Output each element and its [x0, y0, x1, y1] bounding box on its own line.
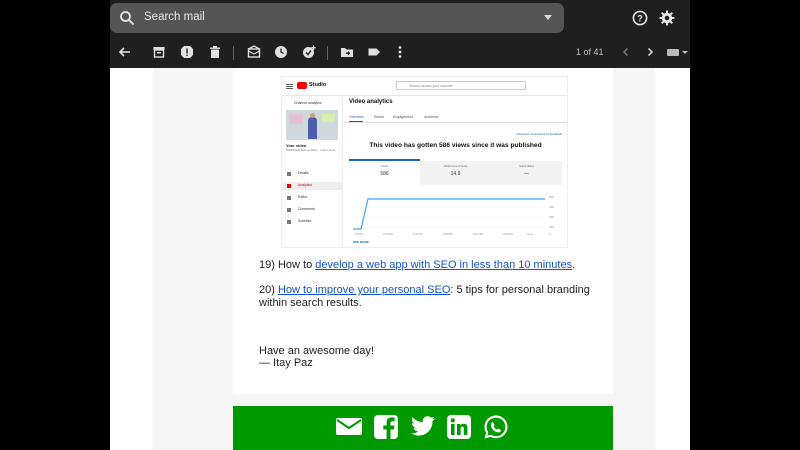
- advanced-mode-link: Advanced mode: [516, 132, 538, 136]
- video-subtitle: WEBINAR Boring 2020 – Learn How...: [286, 148, 338, 152]
- report-spam-icon[interactable]: [180, 45, 194, 59]
- input-tools-caret-icon[interactable]: [682, 51, 688, 54]
- twitter-icon[interactable]: [410, 414, 436, 438]
- video-thumbnail: [286, 110, 338, 140]
- svg-text:600: 600: [549, 195, 554, 199]
- youtube-logo-icon: [297, 82, 307, 89]
- arrow-back-icon[interactable]: [118, 45, 132, 59]
- metric-views: Views 586: [349, 159, 420, 185]
- keyboard-icon[interactable]: [667, 49, 679, 56]
- svg-text:1/5/20: 1/5/20: [355, 232, 364, 236]
- toolbar-divider: [327, 46, 328, 60]
- hamburger-menu-icon: [286, 84, 293, 85]
- studio-nav-details: Details: [282, 170, 342, 178]
- metric-cards: Views 586 Watch time (hours) 14.9 Subscr…: [349, 159, 562, 185]
- whatsapp-icon[interactable]: [483, 414, 509, 440]
- chevron-left-icon[interactable]: [619, 45, 633, 59]
- embedded-youtube-studio-screenshot: Studio Search across your channel Channe…: [281, 76, 568, 248]
- tab-reach: Reach: [374, 115, 385, 119]
- studio-nav-subtitles: Subtitles: [282, 218, 342, 226]
- list-item-19: 19) How to develop a web app with SEO in…: [259, 259, 576, 271]
- send-feedback-link: Send us feedback: [538, 132, 563, 136]
- studio-nav-editor: Editor: [282, 194, 342, 202]
- link-improve-personal-seo[interactable]: How to improve your personal SEO: [278, 284, 450, 296]
- tab-audience: Audience: [424, 115, 439, 119]
- video-analytics-title: Video analytics: [349, 99, 393, 105]
- studio-nav-comments: Comments: [282, 206, 342, 214]
- studio-wordmark: Studio: [309, 82, 327, 88]
- svg-text:2/10/20: 2/10/20: [383, 232, 393, 236]
- svg-text:150: 150: [549, 225, 554, 229]
- svg-text:Now: Now: [527, 232, 534, 236]
- list-item-20: 20) How to improve your personal SEO: 5 …: [259, 284, 590, 309]
- chevron-right-icon[interactable]: [643, 45, 657, 59]
- svg-text:3/13/20: 3/13/20: [413, 232, 423, 236]
- studio-search: Search across your channel: [396, 81, 526, 90]
- search-input[interactable]: Search mail: [144, 11, 205, 23]
- svg-text:6/18/20: 6/18/20: [503, 232, 513, 236]
- svg-text:0: 0: [549, 232, 551, 236]
- views-line-chart: 600 450 300 150 0 1/5/20 2/10/20 3/13/20…: [353, 195, 554, 236]
- studio-left-nav: Channel analytics Your video WEBINAR Bor…: [282, 96, 343, 247]
- gear-icon[interactable]: [659, 10, 675, 26]
- studio-nav-analytics: Analytics: [282, 182, 342, 190]
- svg-text:?: ?: [637, 14, 643, 24]
- signature: — Itay Paz: [259, 357, 313, 369]
- search-options-caret-icon[interactable]: [544, 15, 552, 20]
- metric-subscribers: Subscribers —: [491, 161, 562, 185]
- message-body: Studio Search across your channel Channe…: [110, 68, 690, 450]
- channel-analytics-back: Channel analytics: [294, 101, 322, 105]
- top-bar: Search mail ?: [110, 0, 690, 38]
- svg-text:450: 450: [549, 205, 554, 209]
- pagination-count: 1 of 41: [576, 47, 604, 57]
- studio-header: Studio Search across your channel: [282, 77, 567, 96]
- label-icon[interactable]: [367, 45, 381, 59]
- envelope-icon[interactable]: [335, 414, 363, 438]
- trash-icon[interactable]: [208, 45, 222, 59]
- tab-overview: Overview: [349, 115, 364, 119]
- gmail-app: Search mail ? 1 of 41 Studio Search acro…: [110, 0, 690, 450]
- svg-text:4/15/20: 4/15/20: [443, 232, 453, 236]
- metric-watch-time: Watch time (hours) 14.9: [420, 161, 491, 185]
- clock-icon[interactable]: [274, 45, 288, 59]
- views-headline: This video has gotten 586 views since it…: [369, 142, 542, 149]
- search-icon[interactable]: [119, 10, 135, 26]
- svg-text:5/17/20: 5/17/20: [473, 232, 483, 236]
- tab-engagement: Engagement: [393, 115, 413, 119]
- see-more-link: SEE MORE: [353, 240, 369, 244]
- svg-text:300: 300: [549, 215, 554, 219]
- tab-divider: [343, 122, 567, 123]
- mark-unread-icon[interactable]: [247, 45, 261, 59]
- newsletter-card: Studio Search across your channel Channe…: [233, 68, 613, 394]
- folder-move-icon[interactable]: [340, 45, 354, 59]
- email-wrapper: Studio Search across your channel Channe…: [153, 68, 655, 450]
- facebook-icon[interactable]: [373, 414, 399, 440]
- link-develop-web-app-seo[interactable]: develop a web app with SEO in less than …: [315, 259, 572, 271]
- social-share-bar: [233, 406, 613, 450]
- search-bar[interactable]: Search mail: [110, 3, 564, 33]
- add-task-icon[interactable]: [302, 45, 316, 59]
- toolbar-divider: [233, 46, 234, 60]
- archive-icon[interactable]: [152, 45, 166, 59]
- more-vert-icon[interactable]: [393, 45, 407, 59]
- linkedin-icon[interactable]: [446, 414, 472, 440]
- help-icon[interactable]: ?: [632, 10, 648, 26]
- message-toolbar: 1 of 41: [110, 40, 690, 66]
